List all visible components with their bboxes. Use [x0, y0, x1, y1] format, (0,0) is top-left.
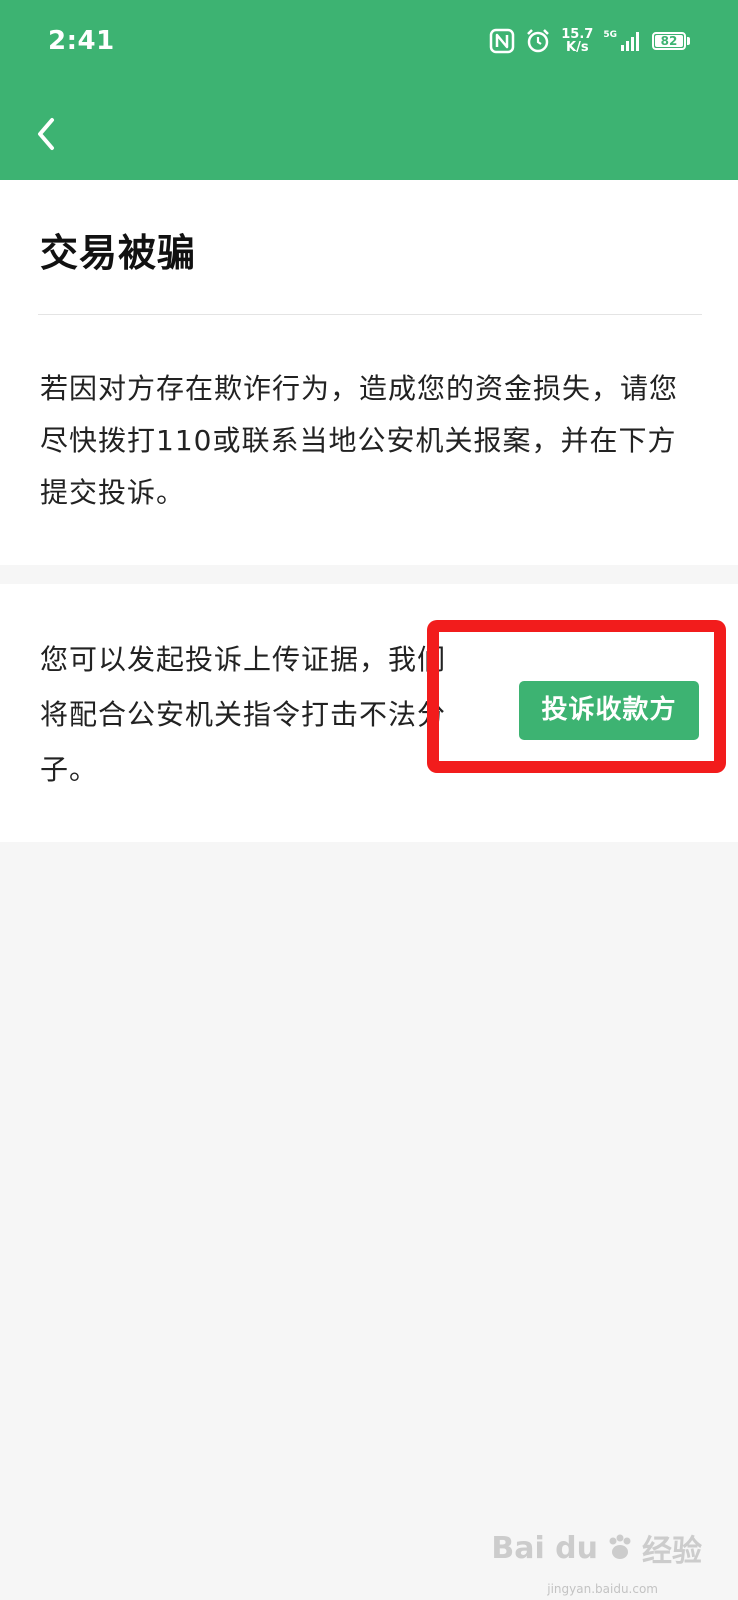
divider [38, 314, 702, 315]
watermark-brand: Bai du [491, 1530, 598, 1566]
app-header: 2:41 15.7 K/s 5G 82 [0, 0, 738, 180]
signal-icon [621, 32, 639, 51]
watermark-suffix: 经验 [642, 1534, 702, 1569]
status-bar: 2:41 15.7 K/s 5G 82 [0, 0, 738, 85]
battery-icon: 82 [652, 32, 690, 50]
paw-icon [609, 1534, 631, 1559]
network-speed: 15.7 K/s [561, 28, 593, 54]
signal-group: 5G [603, 31, 642, 51]
network-type: 5G [603, 30, 617, 40]
battery-level: 82 [655, 35, 683, 47]
battery-body: 82 [652, 32, 686, 50]
nfc-icon [490, 28, 515, 54]
fraud-description: 若因对方存在欺诈行为，造成您的资金损失，请您尽快拨打110或联系当地公安机关报案… [40, 372, 679, 509]
chevron-left-icon [38, 118, 54, 150]
back-button[interactable] [24, 108, 68, 160]
complaint-text: 您可以发起投诉上传证据，我们将配合公安机关指令打击不法分子。 [40, 643, 447, 786]
alarm-icon [527, 29, 550, 53]
watermark: Bai du 经验 [491, 1526, 702, 1570]
complain-payee-button[interactable]: 投诉收款方 [519, 681, 699, 740]
battery-tip [687, 37, 690, 45]
status-time: 2:41 [48, 26, 115, 56]
page-title: 交易被骗 [40, 231, 197, 275]
watermark-site: jingyan.baidu.com [547, 1582, 658, 1596]
speed-unit: K/s [566, 40, 589, 55]
status-icons: 15.7 K/s 5G 82 [489, 24, 690, 58]
